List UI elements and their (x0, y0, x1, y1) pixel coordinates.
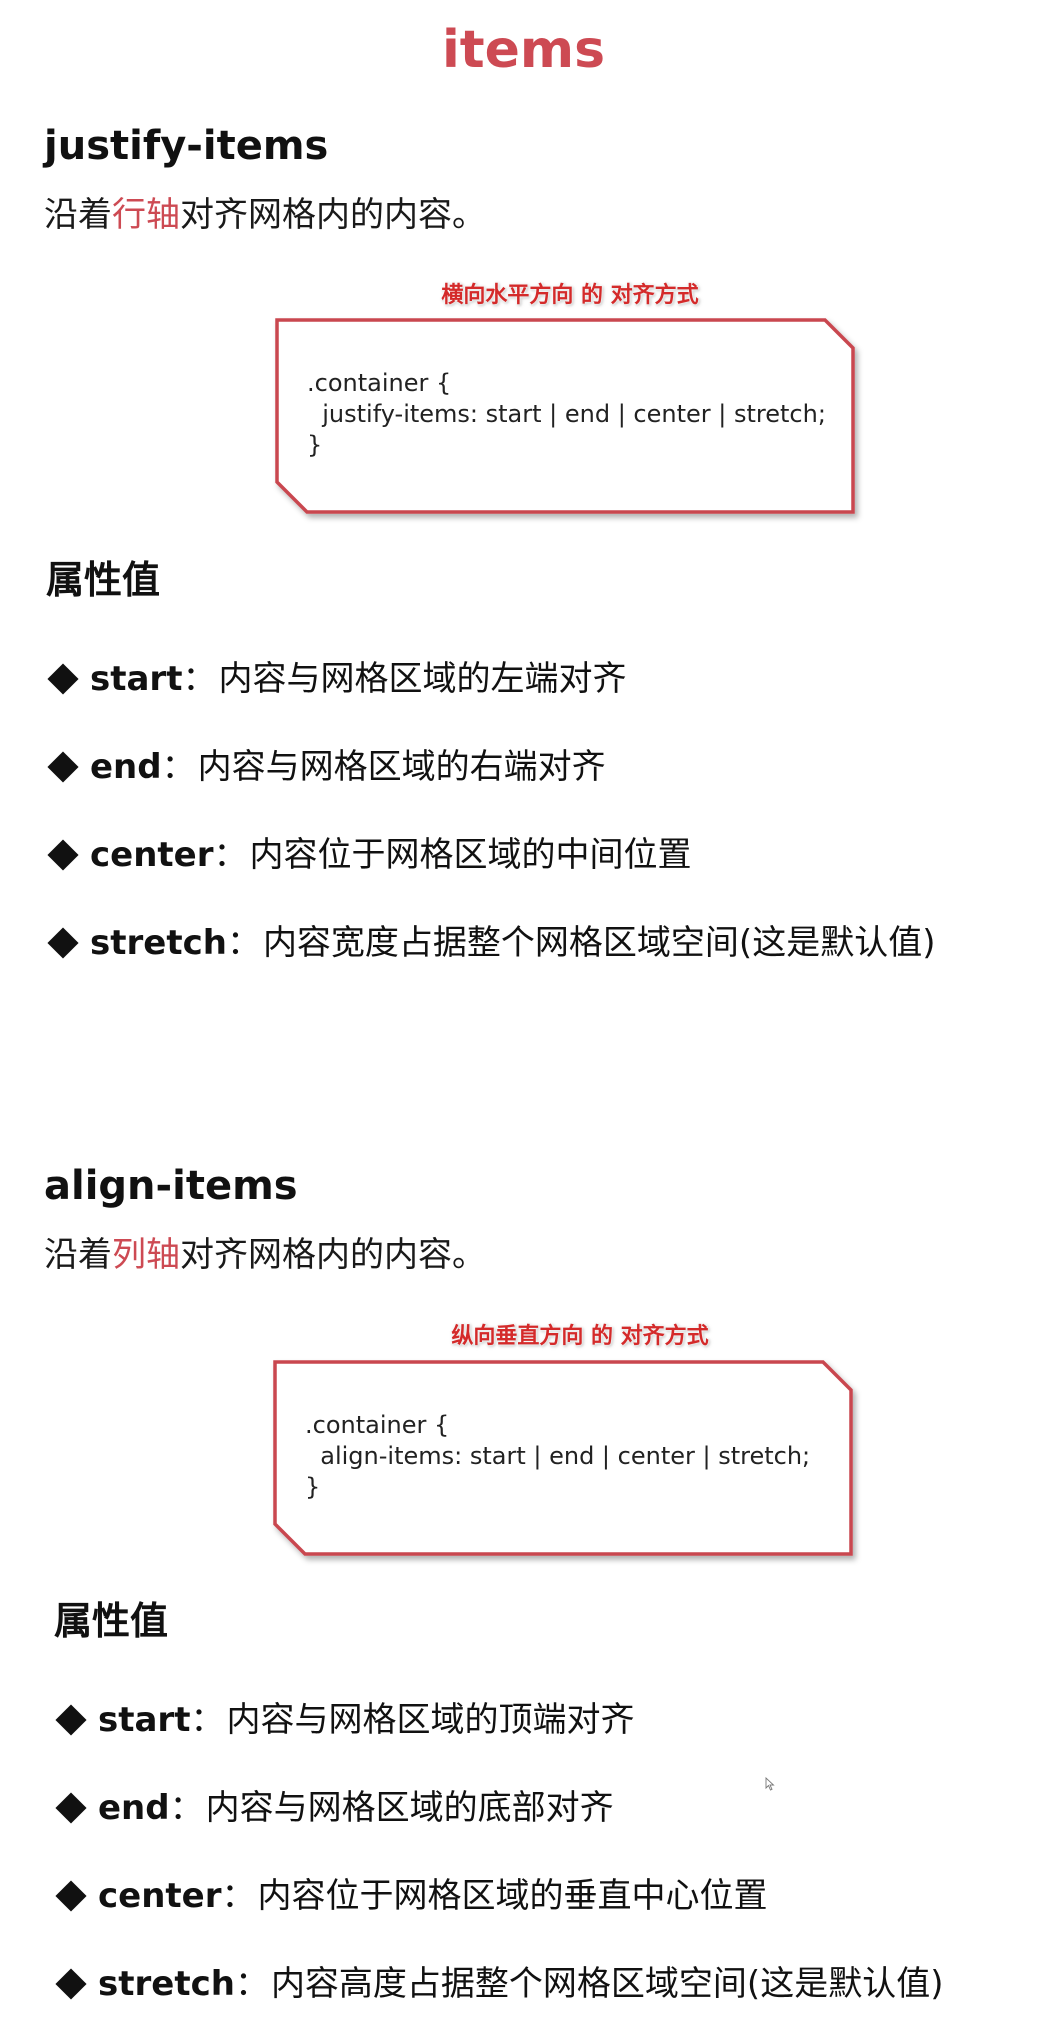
justify-items-annotation: 横向水平方向 的 对齐方式 (441, 283, 699, 308)
align-items-heading: align-items (44, 1163, 298, 1209)
diamond-bullet-icon (47, 927, 79, 959)
prop-sep: ： (226, 923, 261, 963)
align-items-code-box: .container { align-items: start | end | … (273, 1360, 853, 1556)
align-prop-stretch: stretch：内容高度占据整个网格区域空间(这是默认值) (54, 1959, 943, 2009)
prop-key: end (90, 747, 162, 787)
desc-suffix: 对齐网格内的内容。 (180, 1235, 486, 1275)
prop-key: start (90, 659, 183, 699)
prop-text: 内容宽度占据整个网格区域空间(这是默认值) (262, 923, 936, 963)
prop-key: end (98, 1788, 170, 1828)
desc-prefix: 沿着 (44, 195, 112, 235)
align-items-annotation: 纵向垂直方向 的 对齐方式 (451, 1324, 709, 1349)
code-line-3: } (305, 1473, 321, 1501)
justify-prop-center: center：内容位于网格区域的中间位置 (46, 830, 692, 880)
prop-sep: ： (221, 1876, 256, 1916)
prop-text: 内容与网格区域的底部对齐 (205, 1788, 614, 1828)
align-prop-start: start：内容与网格区域的顶端对齐 (54, 1695, 634, 1745)
diamond-bullet-icon (47, 839, 79, 871)
diamond-bullet-icon (55, 1968, 87, 2000)
prop-sep: ： (234, 1964, 269, 2004)
justify-props-heading: 属性值 (46, 558, 161, 602)
justify-prop-stretch: stretch：内容宽度占据整个网格区域空间(这是默认值) (46, 918, 935, 968)
diamond-bullet-icon (55, 1792, 87, 1824)
justify-items-description: 沿着行轴对齐网格内的内容。 (44, 190, 486, 240)
prop-text: 内容与网格区域的右端对齐 (197, 747, 606, 787)
desc-highlight: 列轴 (112, 1235, 180, 1275)
justify-prop-end: end：内容与网格区域的右端对齐 (46, 742, 606, 792)
diamond-bullet-icon (47, 663, 79, 695)
align-prop-center: center：内容位于网格区域的垂直中心位置 (54, 1871, 768, 1921)
prop-key: stretch (98, 1964, 235, 2004)
desc-prefix: 沿着 (44, 1235, 112, 1275)
code-line-1: .container { (305, 1411, 450, 1439)
prop-text: 内容与网格区域的顶端对齐 (226, 1700, 635, 1740)
prop-text: 内容位于网格区域的中间位置 (249, 835, 692, 875)
justify-items-heading: justify-items (44, 123, 329, 169)
prop-key: start (98, 1700, 191, 1740)
code-line-2: justify-items: start | end | center | st… (307, 400, 826, 428)
prop-sep: ： (169, 1788, 204, 1828)
justify-items-code-box: .container { justify-items: start | end … (275, 318, 855, 514)
prop-sep: ： (213, 835, 248, 875)
align-props-heading: 属性值 (54, 1599, 169, 1643)
prop-sep: ： (182, 659, 217, 699)
align-items-description: 沿着列轴对齐网格内的内容。 (44, 1230, 486, 1280)
diamond-bullet-icon (55, 1704, 87, 1736)
page-title: items (441, 20, 606, 80)
prop-text: 内容高度占据整个网格区域空间(这是默认值) (270, 1964, 944, 2004)
prop-key: center (98, 1876, 222, 1916)
code-line-3: } (307, 431, 323, 459)
desc-suffix: 对齐网格内的内容。 (180, 195, 486, 235)
diamond-bullet-icon (55, 1880, 87, 1912)
prop-text: 内容与网格区域的左端对齐 (218, 659, 627, 699)
prop-text: 内容位于网格区域的垂直中心位置 (257, 1876, 768, 1916)
prop-key: center (90, 835, 214, 875)
code-line-1: .container { (307, 369, 452, 397)
mouse-cursor-icon (765, 1777, 775, 1791)
prop-key: stretch (90, 923, 227, 963)
prop-sep: ： (190, 1700, 225, 1740)
code-line-2: align-items: start | end | center | stre… (305, 1442, 811, 1470)
prop-sep: ： (161, 747, 196, 787)
desc-highlight: 行轴 (112, 195, 180, 235)
justify-prop-start: start：内容与网格区域的左端对齐 (46, 654, 626, 704)
align-prop-end: end：内容与网格区域的底部对齐 (54, 1783, 614, 1833)
diamond-bullet-icon (47, 751, 79, 783)
